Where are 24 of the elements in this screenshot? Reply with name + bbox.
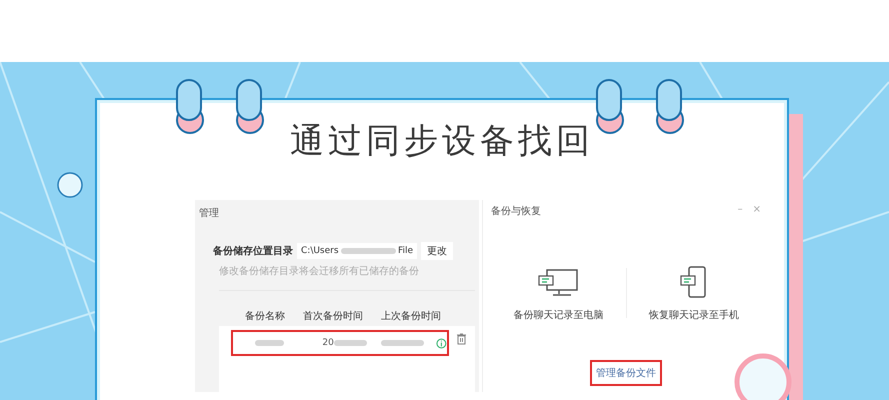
column-header: 首次备份时间 <box>303 310 363 323</box>
backup-row[interactable]: 20 <box>231 330 449 356</box>
blurred-date <box>381 340 424 346</box>
blurred-name <box>255 340 284 346</box>
hint-text: 修改备份储存目录将会迁移所有已储存的备份 <box>219 264 420 278</box>
window-title: 备份与恢复 <box>491 204 541 218</box>
option-label[interactable]: 恢复聊天记录至手机 <box>648 308 739 322</box>
window-title: 管理 <box>199 208 219 219</box>
change-button[interactable]: 更改 <box>421 242 453 260</box>
storage-label: 备份储存位置目录 <box>213 244 293 258</box>
info-icon[interactable] <box>436 338 447 348</box>
phone-chat-icon <box>678 266 709 298</box>
table-cell: 20 <box>322 338 334 348</box>
ring-decoration <box>733 352 793 400</box>
option-label[interactable]: 备份聊天记录至电脑 <box>513 308 604 322</box>
ring-decoration <box>55 170 85 200</box>
column-header: 上次备份时间 <box>381 310 441 323</box>
monitor-chat-icon <box>537 268 580 298</box>
column-header: 备份名称 <box>245 310 285 323</box>
trash-icon[interactable] <box>457 333 466 345</box>
manage-backup-link[interactable]: 管理备份文件 <box>590 360 662 386</box>
page-title: 通过同步设备找回 <box>290 120 594 162</box>
path-field[interactable]: C:\Users File <box>297 243 417 259</box>
blurred-date <box>334 340 368 346</box>
